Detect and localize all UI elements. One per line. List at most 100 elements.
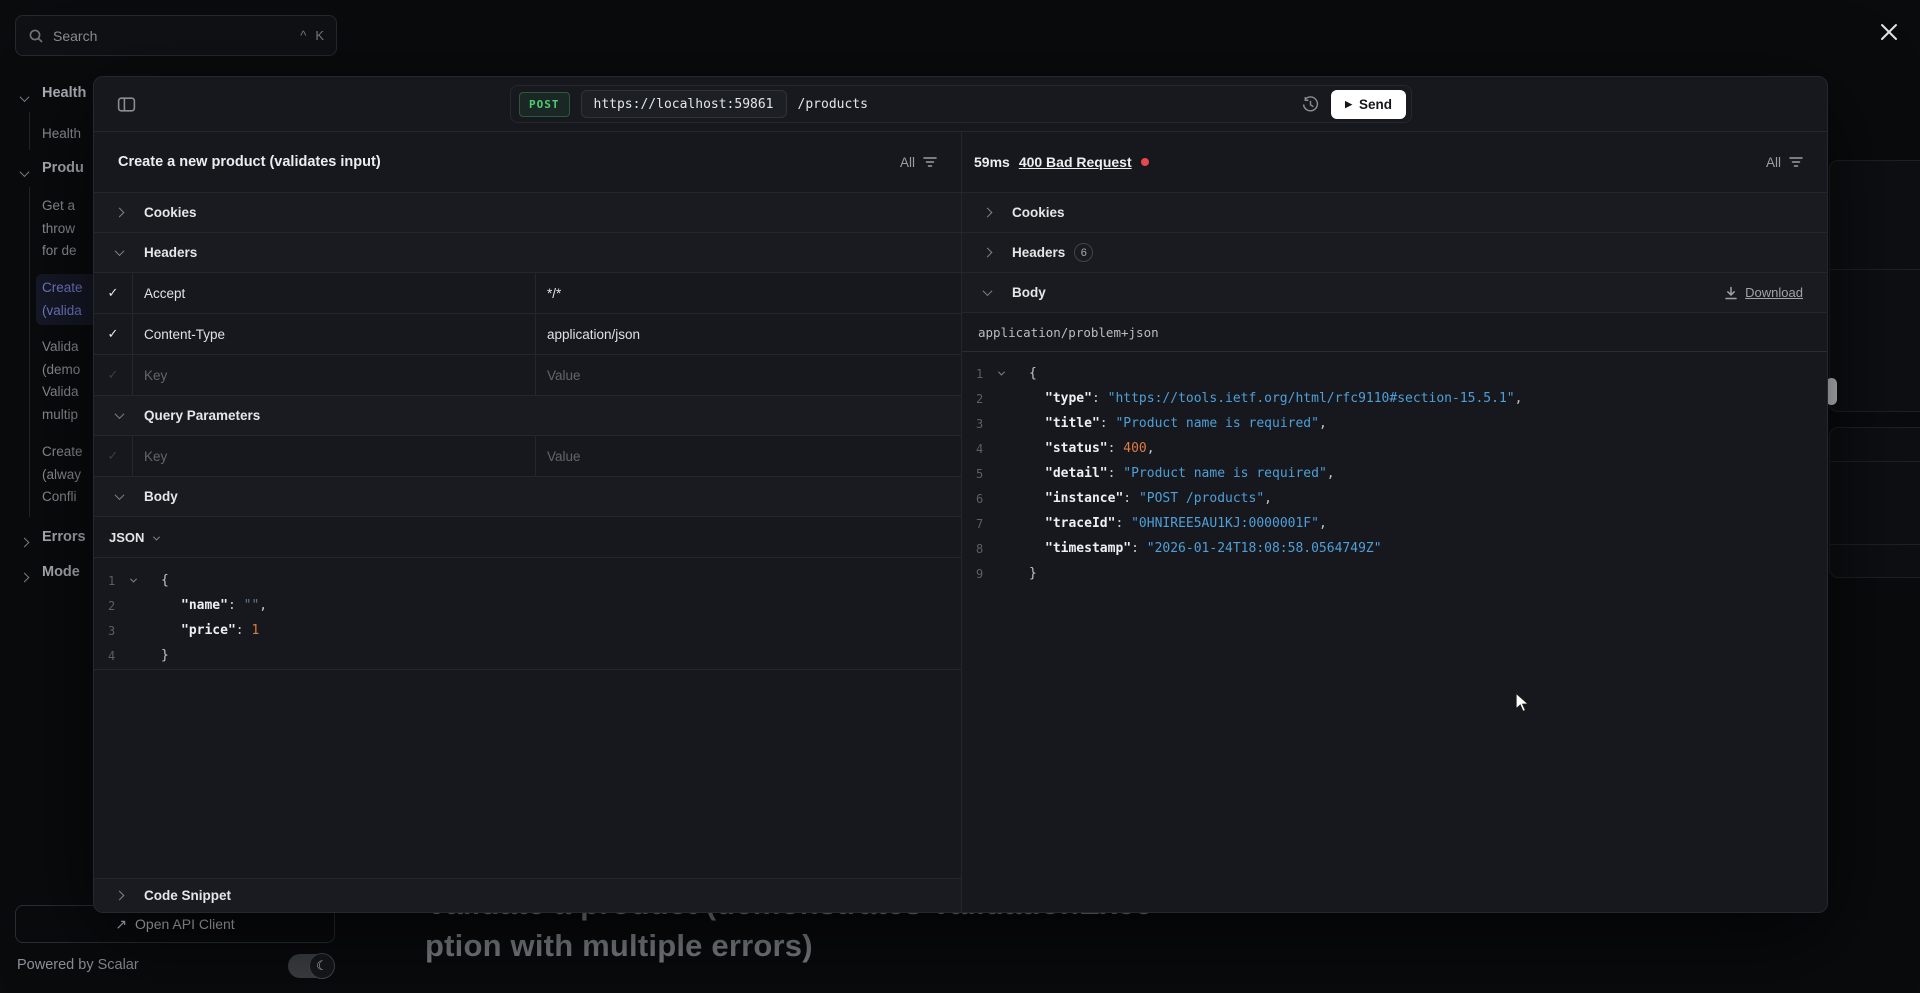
response-duration: 59ms [974, 154, 1010, 170]
http-method-badge[interactable]: POST [519, 92, 570, 117]
sidebar-item-validate-product[interactable]: Valida (demo Valida multip [42, 336, 80, 426]
body-format-select[interactable]: JSON [109, 530, 144, 545]
code-line: 6"instance": "POST /products", [962, 486, 1827, 511]
line-number: 4 [94, 649, 120, 663]
code-line: 9} [962, 561, 1827, 586]
header-value-input[interactable] [547, 327, 950, 342]
header-key-input[interactable] [144, 368, 524, 383]
download-icon [1724, 286, 1738, 300]
sidebar-group-errors[interactable]: Errors [42, 529, 86, 545]
send-button[interactable]: ▶ Send [1331, 90, 1406, 119]
chevron-right-icon [94, 209, 144, 216]
fold-chevron-icon[interactable] [120, 578, 146, 583]
line-number: 5 [962, 467, 988, 481]
row-enabled-checkbox[interactable]: ✓ [94, 273, 133, 313]
chevron-right-icon [94, 892, 144, 899]
row-enabled-checkbox[interactable]: ✓ [94, 314, 133, 354]
header-value-input[interactable] [547, 286, 950, 301]
search-input[interactable] [53, 28, 291, 44]
response-section-cookies[interactable]: Cookies [962, 193, 1827, 233]
filter-icon [1789, 156, 1803, 168]
search-shortcut-key: K [315, 28, 324, 43]
response-content-type-row: application/problem+json [962, 313, 1827, 352]
header-row-accept: ✓ [94, 273, 961, 314]
line-number: 8 [962, 542, 988, 556]
filter-icon [923, 156, 937, 168]
base-url-field[interactable]: https://localhost:59861 [581, 90, 787, 118]
moon-icon: ☾ [309, 953, 335, 979]
line-number: 3 [962, 417, 988, 431]
chevron-right-icon [21, 533, 28, 551]
line-number: 1 [94, 574, 120, 588]
search-box[interactable]: ^ K [15, 15, 337, 56]
code-line: 8"timestamp": "2026-01-24T18:08:58.05647… [962, 536, 1827, 561]
line-number: 1 [962, 367, 988, 381]
code-line: 2"type": "https://tools.ietf.org/html/rf… [962, 386, 1827, 411]
request-section-headers[interactable]: Headers [94, 233, 961, 273]
request-section-body[interactable]: Body [94, 477, 961, 517]
request-section-code-snippet[interactable]: Code Snippet [94, 878, 961, 912]
line-number: 2 [94, 599, 120, 613]
header-row-content-type: ✓ [94, 314, 961, 355]
response-filter-all[interactable]: All [1766, 155, 1803, 170]
close-icon[interactable] [1876, 19, 1902, 45]
query-value-input[interactable] [547, 449, 950, 464]
response-body-viewer[interactable]: 1{2"type": "https://tools.ietf.org/html/… [962, 352, 1827, 586]
sidebar-item-get-product[interactable]: Get a throw for de [42, 195, 77, 263]
row-enabled-checkbox[interactable]: ✓ [94, 355, 133, 395]
response-section-headers[interactable]: Headers 6 [962, 233, 1827, 273]
line-number: 2 [962, 392, 988, 406]
row-enabled-checkbox[interactable]: ✓ [94, 436, 133, 476]
request-path[interactable]: /products [798, 97, 868, 112]
sidebar-toggle-icon[interactable] [116, 94, 137, 115]
address-bar: POST https://localhost:59861 /products ▶… [510, 85, 1412, 123]
line-number: 4 [962, 442, 988, 456]
code-line: 3"title": "Product name is required", [962, 411, 1827, 436]
status-error-dot [1141, 158, 1149, 166]
history-icon[interactable] [1301, 95, 1320, 114]
chevron-down-icon [21, 164, 28, 182]
sidebar-group-health[interactable]: Health [42, 85, 86, 101]
response-section-body[interactable]: Body Download [962, 273, 1827, 313]
request-panel: Create a new product (validates input) A… [94, 132, 962, 912]
header-key-input[interactable] [144, 286, 524, 301]
nav-indent-guide [29, 187, 30, 517]
query-key-input[interactable] [144, 449, 524, 464]
sidebar-item-health-check[interactable]: Health [42, 123, 81, 146]
response-content-type: application/problem+json [978, 325, 1159, 340]
background-card [1829, 427, 1920, 578]
code-line: 5"detail": "Product name is required", [962, 461, 1827, 486]
sidebar-group-models[interactable]: Mode [42, 564, 80, 580]
client-topbar: POST https://localhost:59861 /products ▶… [94, 77, 1827, 132]
header-row-empty: ✓ [94, 355, 961, 396]
line-number: 7 [962, 517, 988, 531]
download-button[interactable]: Download [1724, 285, 1803, 300]
sidebar-item-create-product[interactable]: Create (valida [42, 277, 83, 322]
fold-chevron-icon[interactable] [988, 371, 1014, 376]
code-line: 3"price": 1 [94, 618, 961, 643]
body-format-row: JSON [94, 517, 961, 558]
line-number: 9 [962, 567, 988, 581]
response-status-link[interactable]: 400 Bad Request [1019, 154, 1132, 170]
nav-indent-guide [29, 112, 30, 150]
response-panel: 59ms 400 Bad Request All Cookies [962, 132, 1827, 912]
search-shortcut-mod: ^ [300, 28, 306, 43]
chevron-down-icon [94, 493, 144, 500]
response-status-row: 59ms 400 Bad Request All [962, 132, 1827, 193]
powered-by-scalar[interactable]: Powered by Scalar [17, 957, 139, 973]
headers-count-badge: 6 [1074, 243, 1093, 262]
code-line: 1{ [962, 361, 1827, 386]
line-number: 6 [962, 492, 988, 506]
request-section-query-params[interactable]: Query Parameters [94, 396, 961, 436]
request-body-editor[interactable]: 1{2"name": "",3"price": 14} [94, 558, 961, 670]
request-filter-all[interactable]: All [900, 155, 937, 170]
code-line: 4"status": 400, [962, 436, 1827, 461]
line-number: 3 [94, 624, 120, 638]
sidebar-item-create-conflict[interactable]: Create (alway Confli [42, 441, 83, 509]
header-key-input[interactable] [144, 327, 524, 342]
header-value-input[interactable] [547, 368, 950, 383]
dark-mode-toggle[interactable]: ☾ [288, 954, 334, 978]
chevron-down-icon [94, 412, 144, 419]
sidebar-group-products[interactable]: Produ [42, 160, 84, 176]
request-section-cookies[interactable]: Cookies [94, 193, 961, 233]
